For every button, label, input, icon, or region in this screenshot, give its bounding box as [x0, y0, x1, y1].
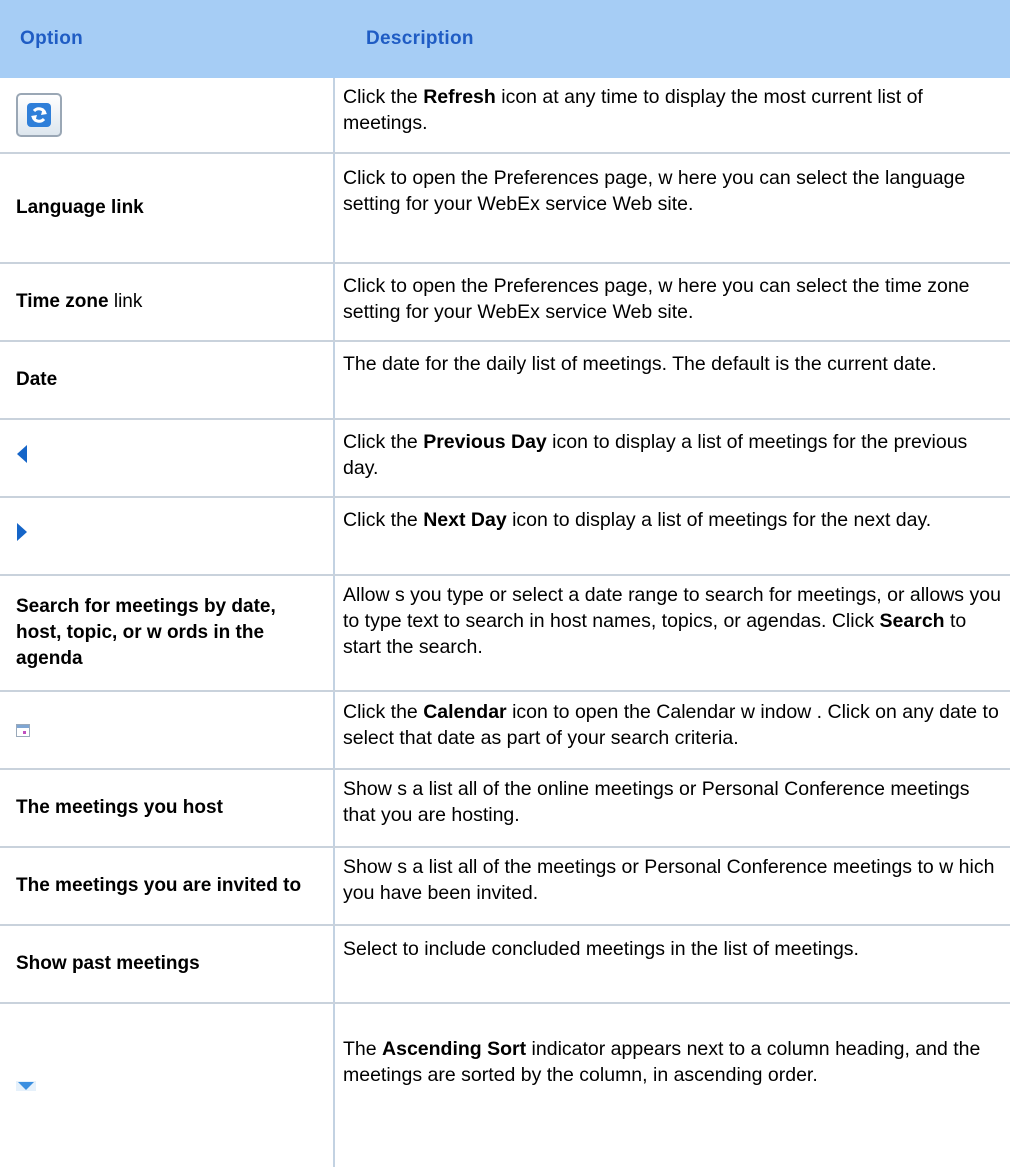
bold-term: Language link: [16, 197, 144, 218]
calendar-icon[interactable]: [16, 723, 30, 737]
text-run: Click the: [343, 431, 424, 453]
bold-term: Time zone: [16, 291, 109, 312]
table-row: Click the Previous Day icon to display a…: [0, 420, 1010, 498]
table-row: Time zone link Click to open the Preferen…: [0, 264, 1010, 342]
bold-term: Search for meetings by date, host, topic…: [16, 596, 276, 669]
text-run: Select to include concluded meetings in …: [343, 938, 859, 960]
description-cell: The date for the daily list of meetings.…: [343, 351, 1003, 377]
option-label: The meetings you host: [16, 795, 223, 821]
option-cell: [16, 498, 326, 574]
ascending-sort-icon[interactable]: [16, 1073, 36, 1099]
bold-term: The meetings you are invited to: [16, 875, 302, 896]
bold-term: Date: [16, 369, 58, 390]
table-row: The meetings you are invited to Show s a …: [0, 848, 1010, 926]
table-row: Language link Click to open the Preferenc…: [0, 154, 1010, 264]
text-run: The date for the daily list of meetings.…: [343, 353, 937, 375]
option-cell: Date: [16, 342, 326, 418]
header-option: Option: [20, 28, 84, 49]
bold-term: Search: [879, 610, 945, 632]
previous-day-icon[interactable]: [16, 444, 28, 472]
header-description: Description: [366, 28, 474, 49]
bold-term: The meetings you host: [16, 797, 223, 818]
description-cell: Show s a list all of the meetings or Per…: [343, 854, 1003, 906]
option-label: Search for meetings by date, host, topic…: [16, 594, 326, 672]
option-cell: [16, 78, 326, 152]
option-cell: The meetings you are invited to: [16, 848, 326, 924]
table-row: Show past meetings Select to include conc…: [0, 926, 1010, 1004]
next-day-icon[interactable]: [16, 522, 28, 550]
option-cell: Show past meetings: [16, 926, 326, 1002]
option-label: Language link: [16, 195, 144, 221]
text-run: Click to open the Preferences page, w he…: [343, 275, 970, 323]
description-cell: The Ascending Sort indicator appears nex…: [343, 1036, 1003, 1088]
table-row: Search for meetings by date, host, topic…: [0, 576, 1010, 692]
description-cell: Select to include concluded meetings in …: [343, 936, 1003, 962]
table-row: Click the Next Day icon to display a lis…: [0, 498, 1010, 576]
option-label: Time zone link: [16, 289, 142, 315]
text-run: icon to display a list of meetings for t…: [506, 509, 932, 531]
option-cell: Time zone link: [16, 264, 326, 340]
bold-term: Calendar: [423, 701, 507, 723]
text-run: Click to open the Preferences page, w he…: [343, 167, 966, 215]
text-run: Click the: [343, 509, 424, 531]
option-cell: [16, 1004, 326, 1167]
description-cell: Click the Next Day icon to display a lis…: [343, 507, 1003, 533]
option-cell: [16, 692, 326, 768]
text-run: The: [343, 1038, 383, 1060]
table-row: The meetings you host Show s a list all o…: [0, 770, 1010, 848]
table-row: Date The date for the daily list of meeti…: [0, 342, 1010, 420]
description-cell: Show s a list all of the online meetings…: [343, 776, 1003, 828]
bold-term: Refresh: [423, 86, 496, 108]
text-run: Show s a list all of the meetings or Per…: [343, 856, 995, 904]
option-cell: Language link: [16, 154, 326, 262]
table-row: Click the Calendar icon to open the Cale…: [0, 692, 1010, 770]
bold-term: Previous Day: [423, 431, 547, 453]
option-label: The meetings you are invited to: [16, 873, 301, 899]
description-cell: Click the Previous Day icon to display a…: [343, 429, 1003, 481]
text-run: Click the: [343, 86, 424, 108]
description-cell: Click the Calendar icon to open the Cale…: [343, 699, 1003, 751]
description-cell: Allow s you type or select a date range …: [343, 582, 1003, 660]
description-cell: Click to open the Preferences page, w he…: [343, 165, 1003, 217]
option-label: Date: [16, 367, 57, 393]
bold-term: Show past meetings: [16, 953, 200, 974]
description-cell: Click to open the Preferences page, w he…: [343, 273, 1003, 325]
table-row: The Ascending Sort indicator appears nex…: [0, 1004, 1010, 1167]
bold-term: Ascending Sort: [382, 1038, 527, 1060]
text-run: Show s a list all of the online meetings…: [343, 778, 970, 826]
description-cell: Click the Refresh icon at any time to di…: [343, 84, 1003, 136]
text-run: link: [108, 291, 143, 312]
option-cell: Search for meetings by date, host, topic…: [16, 576, 326, 690]
table-header: Option Description: [0, 0, 1010, 78]
text-run: Click the: [343, 701, 424, 723]
table-row: Click the Refresh icon at any time to di…: [0, 78, 1010, 154]
refresh-icon[interactable]: [16, 93, 62, 137]
bold-term: Next Day: [423, 509, 507, 531]
options-table: Option Description: [0, 0, 1010, 78]
option-cell: [16, 420, 326, 496]
option-cell: The meetings you host: [16, 770, 326, 846]
option-label: Show past meetings: [16, 951, 200, 977]
